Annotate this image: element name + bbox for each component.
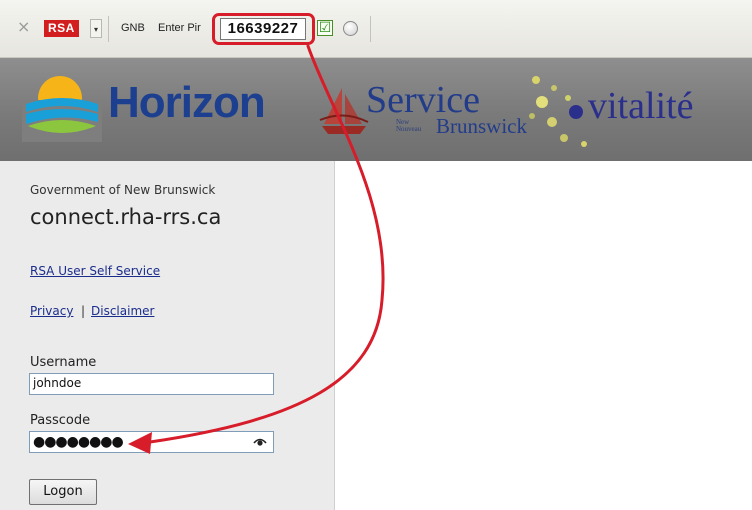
logon-button[interactable]: Logon <box>29 479 97 505</box>
enter-pin-label: Enter Pir <box>158 22 201 34</box>
passcode-label: Passcode <box>30 413 91 428</box>
token-code-highlight <box>212 13 315 45</box>
toolbar-separator <box>370 16 371 42</box>
privacy-link[interactable]: Privacy <box>30 304 73 318</box>
brunswick-wordmark: Brunswick <box>436 114 527 138</box>
horizon-sun-logo-icon <box>22 76 102 142</box>
government-label: Government of New Brunswick <box>30 183 216 197</box>
horizon-wordmark: Horizon <box>108 78 266 127</box>
close-icon[interactable]: × <box>17 17 30 36</box>
status-circle-icon[interactable] <box>343 21 358 36</box>
show-password-eye-icon[interactable] <box>253 437 267 447</box>
checkbox-checked-icon[interactable]: ☑ <box>317 20 333 36</box>
rsa-dropdown-button[interactable]: ▾ <box>90 19 102 38</box>
site-title: connect.rha-rrs.ca <box>30 205 222 229</box>
token-name-label: GNB <box>121 22 145 34</box>
ship-logo-icon <box>319 88 369 134</box>
vitalite-wordmark: vitalité <box>588 85 694 127</box>
header-banner: Horizon Service New Nouveau Brunswick vi… <box>0 58 752 161</box>
disclaimer-link[interactable]: Disclaimer <box>91 304 154 318</box>
rsa-toolbar: × RSA ▾ GNB Enter Pir 16639227 ☑ <box>0 0 752 58</box>
username-input[interactable]: johndoe <box>29 373 274 395</box>
vitalite-dots-logo-icon <box>529 76 587 147</box>
passcode-masked-value: ●●●●●●●● <box>33 434 124 450</box>
rsa-self-service-link[interactable]: RSA User Self Service <box>30 264 160 278</box>
link-separator: | <box>81 304 86 318</box>
new-nouveau-label: New Nouveau <box>396 118 422 133</box>
toolbar-separator <box>108 16 109 42</box>
rsa-logo-button[interactable]: RSA <box>44 20 79 37</box>
username-label: Username <box>30 355 97 370</box>
